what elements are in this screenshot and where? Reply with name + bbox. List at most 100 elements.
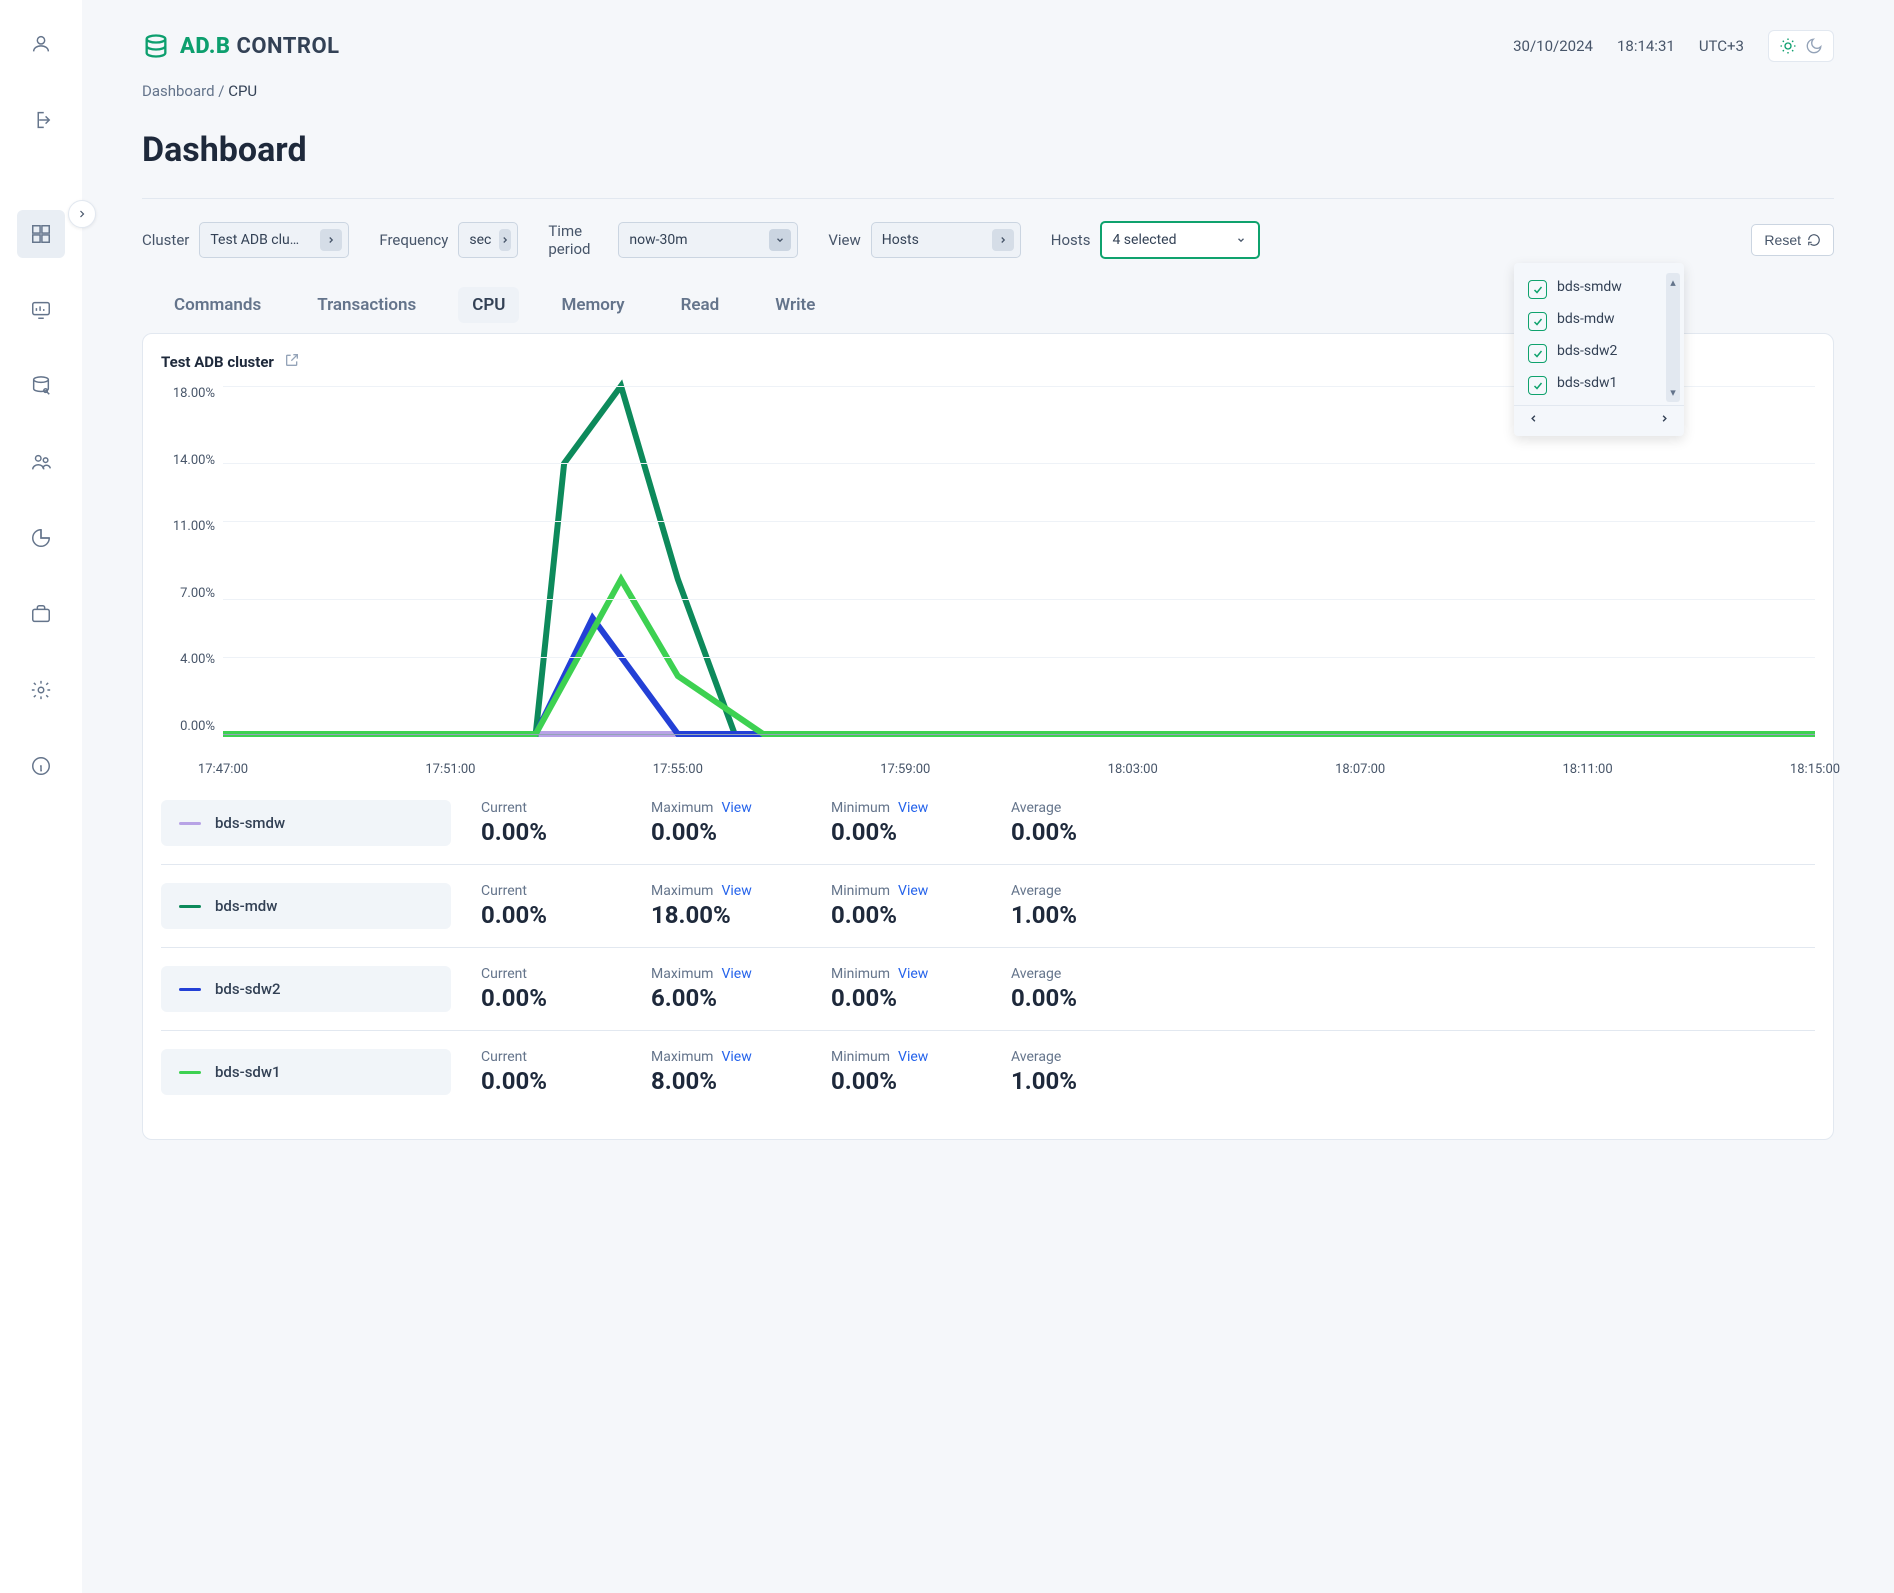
topbar-time: 18:14:31 — [1617, 37, 1675, 55]
tab-transactions[interactable]: Transactions — [303, 287, 430, 323]
y-tick: 0.00% — [180, 719, 215, 734]
sidebar-collapse-button[interactable] — [68, 200, 96, 228]
database-icon[interactable] — [17, 362, 65, 410]
x-tick: 17:51:00 — [425, 762, 475, 777]
monitor-icon[interactable] — [17, 286, 65, 334]
view-min-link[interactable]: View — [898, 883, 928, 899]
x-tick: 17:47:00 — [198, 762, 248, 777]
scroll-up-icon[interactable]: ▴ — [1670, 276, 1676, 289]
legend-host[interactable]: bds-sdw2 — [161, 966, 451, 1012]
stat-min: 0.00% — [831, 818, 981, 846]
sun-icon[interactable] — [1779, 37, 1797, 55]
view-max-link[interactable]: View — [721, 800, 751, 816]
pie-icon[interactable] — [17, 514, 65, 562]
view-min-link[interactable]: View — [898, 800, 928, 816]
theme-toggle — [1768, 30, 1834, 62]
external-link-icon[interactable] — [284, 352, 300, 372]
brand-logo-icon — [142, 32, 170, 60]
x-tick: 18:07:00 — [1335, 762, 1385, 777]
frequency-select[interactable]: sec — [458, 222, 518, 258]
info-icon[interactable] — [17, 742, 65, 790]
legend-swatch — [179, 822, 201, 825]
period-select[interactable]: now-30m — [618, 222, 798, 258]
hosts-dropdown: bds-smdwbds-mdwbds-sdw2bds-sdw1 ▴ ▾ — [1514, 263, 1684, 436]
hosts-option[interactable]: bds-sdw2 — [1514, 337, 1684, 369]
stat-max: 0.00% — [651, 818, 801, 846]
chart-card: Test ADB cluster 18.00%14.00%11.00%7.00%… — [142, 333, 1834, 1140]
topbar-tz: UTC+3 — [1699, 37, 1744, 55]
view-min-link[interactable]: View — [898, 966, 928, 982]
cluster-label: Cluster — [142, 231, 189, 249]
legend-host[interactable]: bds-sdw1 — [161, 1049, 451, 1095]
user-icon[interactable] — [17, 20, 65, 68]
tab-commands[interactable]: Commands — [160, 287, 275, 323]
stat-current: 0.00% — [481, 984, 621, 1012]
cluster-select[interactable]: Test ADB clu… — [199, 222, 349, 258]
legend-row: bds-smdw Current 0.00% Maximum View 0.00… — [161, 782, 1815, 865]
view-label: View — [828, 231, 860, 249]
stat-current: 0.00% — [481, 818, 621, 846]
chevron-right-icon — [499, 229, 511, 251]
stat-max: 8.00% — [651, 1067, 801, 1095]
legend-row: bds-mdw Current 0.00% Maximum View 18.00… — [161, 865, 1815, 948]
chevron-down-icon — [1230, 229, 1252, 251]
gear-icon[interactable] — [17, 666, 65, 714]
hosts-option[interactable]: bds-smdw — [1514, 273, 1684, 305]
stat-avg: 1.00% — [1011, 901, 1131, 929]
legend-row: bds-sdw1 Current 0.00% Maximum View 8.00… — [161, 1031, 1815, 1113]
series-bds-mdw — [223, 386, 1815, 734]
legend-swatch — [179, 905, 201, 908]
frequency-label: Frequency — [379, 231, 448, 249]
breadcrumb-current: CPU — [228, 82, 257, 100]
tab-read[interactable]: Read — [667, 287, 734, 323]
chevron-right-icon — [320, 229, 342, 251]
y-tick: 11.00% — [173, 519, 215, 534]
legend-host[interactable]: bds-mdw — [161, 883, 451, 929]
scroll-down-icon[interactable]: ▾ — [1670, 386, 1676, 399]
y-tick: 14.00% — [173, 453, 215, 468]
divider — [142, 198, 1834, 199]
reset-button[interactable]: Reset — [1751, 224, 1834, 256]
hosts-next-icon[interactable] — [1659, 412, 1670, 428]
hosts-option[interactable]: bds-sdw1 — [1514, 369, 1684, 401]
checkbox-checked-icon[interactable] — [1528, 344, 1547, 363]
users-icon[interactable] — [17, 438, 65, 486]
chart-title: Test ADB cluster — [161, 353, 274, 371]
x-tick: 18:03:00 — [1108, 762, 1158, 777]
dashboard-icon[interactable] — [17, 210, 65, 258]
breadcrumb-parent[interactable]: Dashboard — [142, 82, 215, 100]
stat-max: 18.00% — [651, 901, 801, 929]
tab-cpu[interactable]: CPU — [458, 287, 519, 323]
view-max-link[interactable]: View — [721, 883, 751, 899]
hosts-prev-icon[interactable] — [1528, 412, 1539, 428]
legend-swatch — [179, 1071, 201, 1074]
hosts-select[interactable]: 4 selected — [1100, 221, 1260, 259]
sidebar — [0, 0, 82, 1593]
stat-min: 0.00% — [831, 901, 981, 929]
hosts-option[interactable]: bds-mdw — [1514, 305, 1684, 337]
checkbox-checked-icon[interactable] — [1528, 280, 1547, 299]
refresh-icon — [1807, 233, 1821, 247]
stat-min: 0.00% — [831, 1067, 981, 1095]
tab-memory[interactable]: Memory — [547, 287, 638, 323]
view-max-link[interactable]: View — [721, 966, 751, 982]
hosts-scrollbar[interactable]: ▴ ▾ — [1666, 273, 1680, 402]
tab-write[interactable]: Write — [761, 287, 829, 323]
checkbox-checked-icon[interactable] — [1528, 376, 1547, 395]
view-max-link[interactable]: View — [721, 1049, 751, 1065]
view-select[interactable]: Hosts — [871, 222, 1021, 258]
stat-avg: 1.00% — [1011, 1067, 1131, 1095]
moon-icon[interactable] — [1805, 37, 1823, 55]
briefcase-icon[interactable] — [17, 590, 65, 638]
y-tick: 18.00% — [173, 386, 215, 401]
logout-icon[interactable] — [17, 96, 65, 144]
brand: AD.B CONTROL — [142, 32, 340, 60]
breadcrumb: Dashboard / CPU — [142, 82, 1834, 100]
checkbox-checked-icon[interactable] — [1528, 312, 1547, 331]
stat-avg: 0.00% — [1011, 818, 1131, 846]
view-min-link[interactable]: View — [898, 1049, 928, 1065]
stat-current: 0.00% — [481, 901, 621, 929]
page-title: Dashboard — [142, 130, 1834, 170]
legend-host[interactable]: bds-smdw — [161, 800, 451, 846]
legend-row: bds-sdw2 Current 0.00% Maximum View 6.00… — [161, 948, 1815, 1031]
